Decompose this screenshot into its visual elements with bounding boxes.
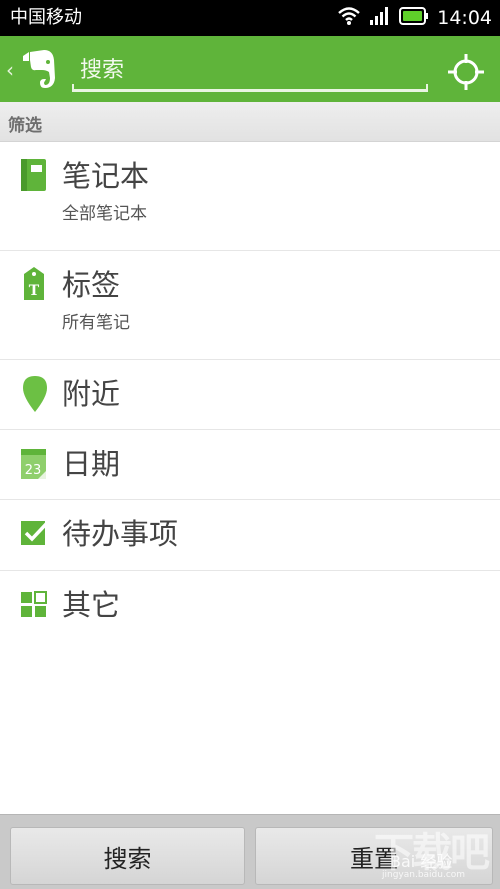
notebook-icon xyxy=(20,158,48,196)
bottom-bar: 搜索 重置 xyxy=(0,814,500,889)
search-button[interactable]: 搜索 xyxy=(10,827,245,885)
search-input[interactable] xyxy=(80,50,420,90)
filter-item-nearby[interactable]: 附近 xyxy=(0,360,500,430)
locate-button[interactable] xyxy=(446,52,486,92)
checkbox-icon xyxy=(20,518,50,552)
back-button[interactable]: ‹ xyxy=(4,44,62,94)
filter-item-other[interactable]: 其它 xyxy=(0,571,500,641)
calendar-icon: 23 xyxy=(20,448,48,484)
signal-icon xyxy=(369,6,391,30)
location-pin-icon xyxy=(22,375,48,417)
grid-icon xyxy=(20,591,48,623)
tag-icon: T xyxy=(20,266,48,306)
filter-item-title: 标签 xyxy=(62,268,121,302)
filter-item-title: 其它 xyxy=(62,588,121,622)
app-bar: ‹ xyxy=(0,36,500,102)
wifi-icon xyxy=(337,6,361,30)
filter-item-title: 待办事项 xyxy=(62,517,179,551)
reset-button[interactable]: 重置 xyxy=(255,827,493,885)
crosshair-icon xyxy=(446,54,486,96)
search-underline xyxy=(72,84,428,92)
calendar-icon-number: 23 xyxy=(25,463,42,478)
filter-item-todo[interactable]: 待办事项 xyxy=(0,500,500,571)
tag-icon-letter: T xyxy=(29,283,40,299)
filter-header: 筛选 xyxy=(0,102,500,142)
search-box[interactable] xyxy=(72,50,428,96)
filter-item-title: 附近 xyxy=(62,377,121,411)
filter-item-date[interactable]: 23 日期 xyxy=(0,430,500,500)
filter-item-subtitle: 全部笔记本 xyxy=(62,204,147,224)
clock: 14:04 xyxy=(437,7,492,29)
filter-item-title: 笔记本 xyxy=(62,159,150,193)
filter-item-notebook[interactable]: 笔记本 全部笔记本 xyxy=(0,142,500,251)
filter-item-title: 日期 xyxy=(62,447,121,481)
status-bar: 中国移动 14:04 xyxy=(0,0,500,36)
filter-item-subtitle: 所有笔记 xyxy=(62,313,130,333)
battery-icon xyxy=(399,6,429,30)
evernote-elephant-icon xyxy=(20,48,58,96)
status-icons: 14:04 xyxy=(337,6,492,30)
chevron-left-icon: ‹ xyxy=(6,58,14,82)
filter-title: 筛选 xyxy=(8,116,42,136)
filter-item-tag[interactable]: T 标签 所有笔记 xyxy=(0,251,500,360)
carrier-name: 中国移动 xyxy=(10,7,82,28)
